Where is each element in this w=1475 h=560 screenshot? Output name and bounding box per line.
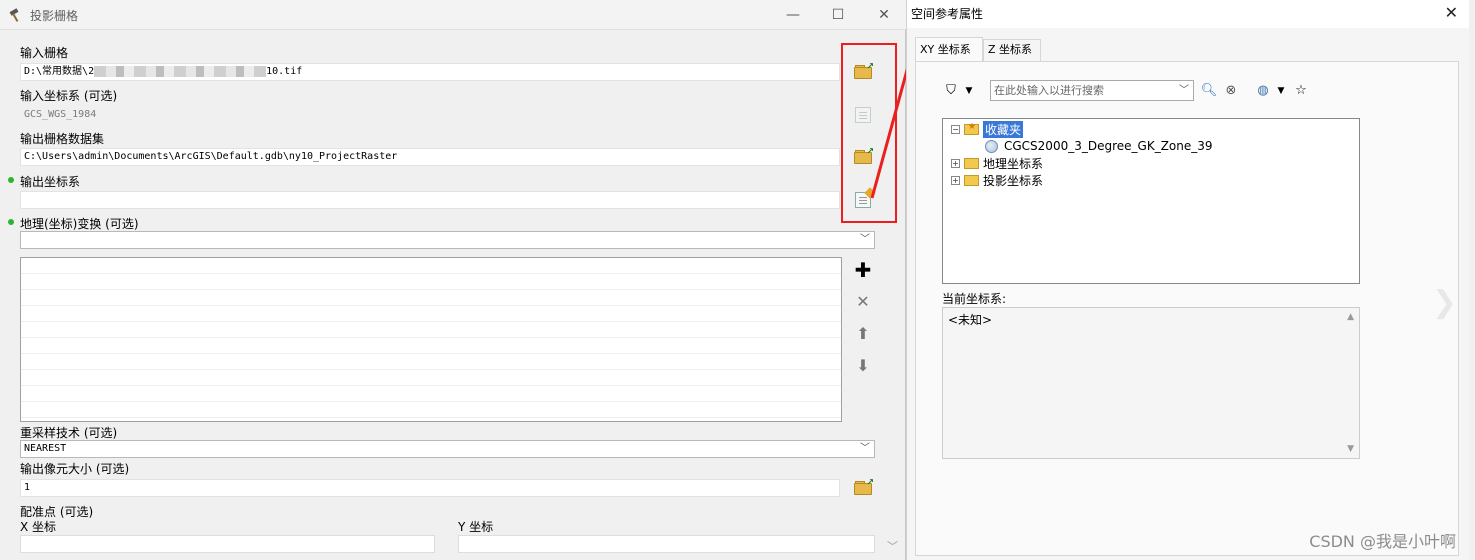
- xy-tab-panel: ⛉ ▼ 在此处输入以进行搜索 ﹀ 🔍︎ ⊗ ◍ ▼ ☆ − ★ 收藏夹 CGCS…: [915, 61, 1459, 556]
- chevron-down-icon: ﹀: [1179, 85, 1189, 96]
- scroll-up-icon[interactable]: ▲: [1347, 312, 1354, 322]
- chevron-down-icon: ﹀: [860, 234, 870, 245]
- tree-node-geographic[interactable]: + 地理坐标系: [951, 155, 1043, 171]
- x-coordinate-label: X 坐标: [20, 520, 57, 534]
- expand-icon[interactable]: +: [951, 158, 960, 168]
- cell-size-label: 输出像元大小 (可选): [20, 462, 130, 476]
- output-cs-field[interactable]: [20, 191, 840, 209]
- tree-label-favorites: 收藏夹: [983, 120, 1024, 138]
- y-coordinate-field[interactable]: [458, 535, 875, 553]
- current-cs-label: 当前坐标系:: [942, 292, 1007, 306]
- dialog-title: 空间参考属性: [911, 7, 984, 21]
- cell-size-field[interactable]: 1: [20, 479, 840, 497]
- current-cs-value: <未知>: [948, 313, 993, 327]
- edge-strip: [1469, 0, 1475, 560]
- move-down-icon[interactable]: ⬇: [851, 354, 875, 378]
- screen: 投影栅格 — ☐ ✕ 输入栅格 D:\常用数据\2 10.tif ↗ 输入坐标系 …: [0, 0, 1475, 560]
- output-raster-field[interactable]: C:\Users\admin\Documents\ArcGIS\Default.…: [20, 148, 840, 166]
- filter-dropdown-icon[interactable]: ▼: [960, 82, 978, 100]
- folder-icon: [964, 157, 979, 169]
- y-coordinate-label: Y 坐标: [458, 520, 494, 534]
- hammer-icon: [9, 8, 19, 22]
- tree-label-favorite-item: CGCS2000_3_Degree_GK_Zone_39: [1004, 139, 1213, 153]
- globe-icon: [985, 139, 998, 153]
- search-input[interactable]: 在此处输入以进行搜索 ﹀: [990, 80, 1194, 101]
- search-icon[interactable]: 🔍︎: [1200, 82, 1218, 100]
- next-arrow-icon[interactable]: ❯: [1432, 285, 1457, 320]
- search-placeholder: 在此处输入以进行搜索: [994, 84, 1104, 97]
- maximize-button[interactable]: ☐: [825, 4, 851, 26]
- chevron-down-icon: ﹀: [860, 443, 870, 454]
- tab-z-coordinate-system[interactable]: Z 坐标系: [983, 39, 1041, 61]
- remove-icon[interactable]: ✕: [851, 290, 875, 314]
- clear-search-icon[interactable]: ⊗: [1222, 82, 1240, 100]
- resampling-value: NEAREST: [24, 443, 67, 454]
- add-icon[interactable]: ✚: [851, 258, 875, 282]
- geo-transform-label: 地理(坐标)变换 (可选): [8, 217, 139, 231]
- input-cs-label: 输入坐标系 (可选): [20, 89, 118, 103]
- globe-dropdown-icon[interactable]: ▼: [1272, 82, 1290, 100]
- add-favorite-icon[interactable]: ☆: [1292, 82, 1310, 100]
- tree-label-projected: 投影坐标系: [983, 173, 1044, 188]
- cs-tree[interactable]: − 收藏夹 CGCS2000_3_Degree_GK_Zone_39 + 地理坐…: [942, 118, 1360, 284]
- input-raster-value-suffix: 10.tif: [266, 66, 303, 77]
- scroll-down-icon[interactable]: ▼: [1347, 444, 1354, 454]
- output-cs-label: 输出坐标系: [7, 175, 81, 189]
- resampling-select[interactable]: NEAREST ﹀: [20, 440, 875, 458]
- browse-cell-size-button[interactable]: ↗: [852, 477, 874, 499]
- collapse-icon[interactable]: −: [951, 124, 960, 134]
- output-raster-label: 输出栅格数据集: [20, 132, 105, 146]
- title-bar: 投影栅格 — ☐ ✕: [0, 0, 906, 30]
- input-raster-label: 输入栅格: [20, 46, 69, 60]
- globe-icon[interactable]: ◍: [1254, 82, 1272, 100]
- tree-node-projected[interactable]: + 投影坐标系: [951, 172, 1043, 188]
- geo-transform-list[interactable]: [20, 257, 842, 422]
- watermark: CSDN @我是小叶啊: [1309, 532, 1456, 551]
- open-folder-icon: ↗: [854, 478, 874, 495]
- window-title: 投影栅格: [30, 9, 79, 23]
- scroll-down-icon[interactable]: ﹀: [887, 538, 898, 554]
- tree-label-geographic: 地理坐标系: [983, 156, 1044, 171]
- dialog-title-bar: 空间参考属性 ✕: [907, 0, 1470, 28]
- tab-xy-coordinate-system[interactable]: XY 坐标系: [915, 37, 983, 61]
- dialog-body: XY 坐标系 Z 坐标系 ⛉ ▼ 在此处输入以进行搜索 ﹀ 🔍︎ ⊗ ◍ ▼ ☆: [907, 28, 1470, 560]
- x-coordinate-field[interactable]: [20, 535, 435, 553]
- project-raster-window: 投影栅格 — ☐ ✕ 输入栅格 D:\常用数据\2 10.tif ↗ 输入坐标系 …: [0, 0, 906, 560]
- favorites-folder-icon: [964, 122, 979, 135]
- move-up-icon[interactable]: ⬆: [851, 322, 875, 346]
- expand-icon[interactable]: +: [951, 175, 960, 185]
- input-raster-value-prefix: D:\常用数据\2: [24, 66, 95, 77]
- filter-icon[interactable]: ⛉: [942, 82, 960, 100]
- minimize-button[interactable]: —: [780, 4, 806, 26]
- input-raster-field[interactable]: D:\常用数据\2 10.tif: [20, 63, 840, 81]
- tree-node-favorites[interactable]: − 收藏夹: [951, 120, 1024, 138]
- current-cs-box: <未知> ▲ ▼: [942, 307, 1360, 459]
- close-icon[interactable]: ✕: [1445, 3, 1458, 22]
- tree-node-favorite-item[interactable]: CGCS2000_3_Degree_GK_Zone_39: [985, 138, 1213, 154]
- resampling-label: 重采样技术 (可选): [20, 426, 118, 440]
- redacted-path: [94, 65, 267, 77]
- spatial-reference-dialog: 空间参考属性 ✕ XY 坐标系 Z 坐标系 ⛉ ▼ 在此处输入以进行搜索 ﹀ 🔍…: [906, 0, 1470, 560]
- geo-transform-select[interactable]: ﹀: [20, 231, 875, 249]
- input-cs-field: GCS_WGS_1984: [20, 106, 840, 124]
- folder-icon: [964, 174, 979, 186]
